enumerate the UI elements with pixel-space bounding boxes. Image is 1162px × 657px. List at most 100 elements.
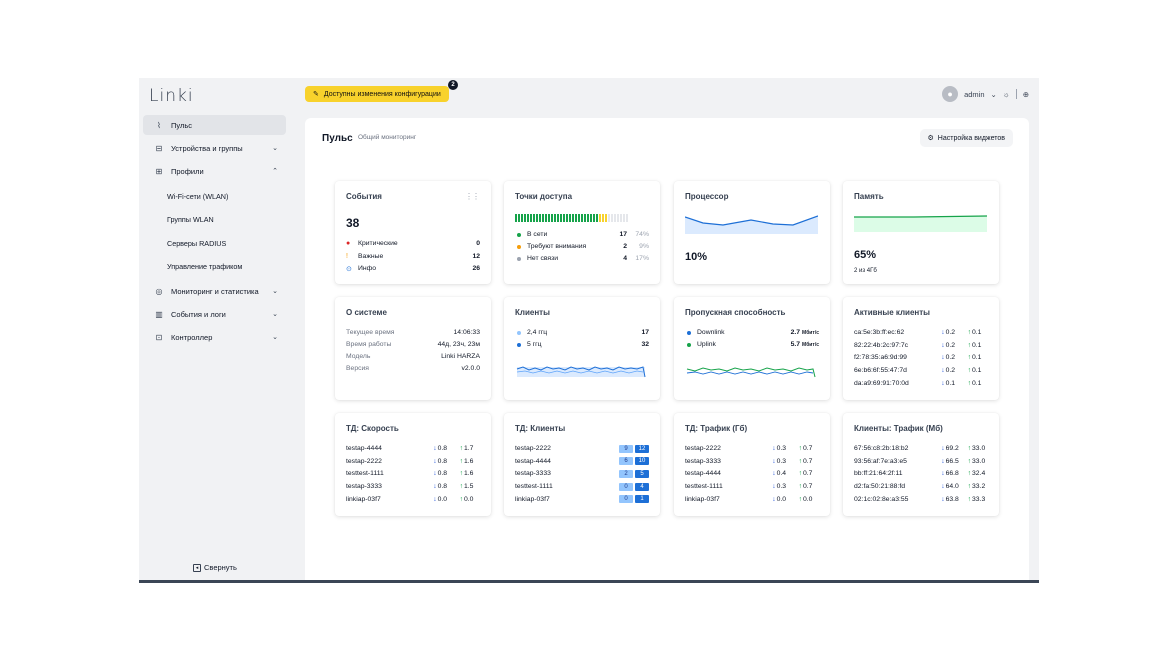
row-label: Время работы	[346, 341, 392, 348]
table-row: da:a9:69:91:70:0d ↓ 0.1 ↑ 0.1	[854, 378, 988, 389]
row-label: testtest-1111	[515, 483, 553, 491]
clients-24-badge: 0	[619, 495, 633, 504]
config-changes-banner[interactable]: ✎ Доступны изменения конфигурации	[305, 86, 449, 102]
user-area: ● admin ⌄ ☼ ⊕	[942, 86, 1029, 102]
row-label: 2,4 ггц	[527, 329, 548, 336]
chevron-down-icon[interactable]: ⌄	[991, 90, 997, 99]
ap-row-warning: Требуют внимания 2 9%	[515, 241, 649, 252]
row-value: 14:06:33	[453, 329, 480, 336]
ap-status-segment	[551, 214, 553, 222]
card-title: Клиенты	[515, 308, 550, 317]
system-row: Время работы 44д, 23ч, 23м	[346, 339, 480, 350]
up-arrow-icon: ↑	[967, 483, 971, 491]
up-value: 0.7	[803, 483, 813, 491]
down-value: 0.2	[945, 329, 956, 336]
down-arrow-icon: ↓	[941, 495, 945, 503]
chevron-down-icon: ⌄	[272, 311, 278, 318]
sidebar-item-controller[interactable]: ⊡ Контроллер ⌄	[143, 327, 286, 347]
sidebar-subitem-wlan[interactable]: Wi-Fi-сети (WLAN)	[167, 192, 228, 201]
sidebar-subitem-radius[interactable]: Серверы RADIUS	[167, 239, 226, 248]
globe-icon[interactable]: ⊕	[1023, 90, 1029, 99]
down-arrow-icon: ↓	[941, 367, 945, 375]
down-value: 0.8	[437, 483, 448, 491]
up-value: 1.6	[464, 457, 474, 465]
up-arrow-icon: ↑	[967, 329, 971, 336]
ap-status-segment	[623, 214, 625, 222]
table-row: d2:fa:50:21:88:fd ↓ 64.0 ↑ 33.2	[854, 481, 988, 492]
page-subtitle: Общий мониторинг	[358, 134, 417, 141]
table-row: bb:ff:21:64:2f:11 ↓ 66.8 ↑ 32.4	[854, 468, 988, 479]
collapse-button[interactable]: ◂ Свернуть	[193, 563, 237, 572]
ap-status-segment	[521, 214, 523, 222]
memory-value: 65%	[854, 249, 877, 261]
status-dot	[517, 232, 521, 237]
ap-status-segment	[542, 214, 544, 222]
ap-status-segment	[518, 214, 520, 222]
clients-24-badge: 0	[619, 482, 633, 491]
events-card: События ⋮⋮ 38 ● Критические 0 ! Важные 1…	[335, 181, 491, 284]
down-value: 69.2	[945, 445, 959, 452]
ap-status-segment	[554, 214, 556, 222]
pulse-icon: ⌇	[157, 120, 161, 130]
critical-drop-icon: ●	[346, 240, 351, 247]
down-arrow-icon: ↓	[941, 457, 945, 465]
clients-24-badge: 2	[619, 469, 633, 478]
ap-status-segment	[539, 214, 541, 222]
ap-row-online: В сети 17 74%	[515, 229, 649, 240]
up-value: 0.1	[972, 354, 982, 362]
throughput-row-uplink: Uplink 5.7 Мбит/с	[685, 339, 819, 350]
ap-status-segment	[599, 214, 601, 222]
events-total: 38	[346, 216, 360, 230]
row-label: bb:ff:21:64:2f:11	[854, 470, 903, 478]
ap-status-segment	[578, 214, 580, 222]
drag-handle-icon[interactable]: ⋮⋮	[465, 192, 480, 201]
user-name[interactable]: admin	[964, 90, 984, 99]
sidebar-item-profiles[interactable]: ⊞ Профили ⌃	[143, 161, 286, 181]
clients-row-24: 2,4 ггц 17	[515, 327, 649, 338]
system-card: О системе Текущее время 14:06:33 Время р…	[335, 297, 491, 400]
ap-status-segment	[590, 214, 592, 222]
avatar[interactable]: ●	[942, 86, 959, 102]
sidebar-item-label: Пульс	[171, 120, 193, 130]
up-arrow-icon: ↑	[798, 457, 802, 465]
ap-status-segment	[596, 214, 598, 222]
client-traffic-card: Клиенты: Трафик (Мб) 67:56:c8:2b:18:b2 ↓ 6…	[843, 413, 999, 516]
logs-icon: ▥	[155, 309, 163, 319]
up-arrow-icon: ↑	[967, 495, 971, 503]
sidebar-subitem-traffic[interactable]: Управление трафиком	[167, 262, 242, 271]
clients-5-badge: 1	[635, 495, 649, 504]
sidebar-item-devices[interactable]: ⊟ Устройства и группы ⌄	[143, 138, 286, 158]
ap-status-segment	[587, 214, 589, 222]
table-row: linkiap-03f7 0 1	[515, 494, 649, 505]
memory-card: Память 65% 2 из 4Гб	[843, 181, 999, 284]
sidebar-subitem-wlan-groups[interactable]: Группы WLAN	[167, 215, 214, 224]
collapse-label: Свернуть	[204, 563, 237, 572]
ap-row-offline: Нет связи 4 17%	[515, 253, 649, 264]
sidebar-item-label: Профили	[171, 166, 204, 176]
row-label: testap-2222	[346, 457, 382, 465]
up-value: 0.7	[803, 470, 813, 478]
up-value: 1.7	[464, 445, 474, 452]
sidebar-item-monitoring[interactable]: ◎ Мониторинг и статистика ⌄	[143, 281, 286, 301]
row-value: 0	[476, 240, 480, 247]
ap-status-segment	[536, 214, 538, 222]
row-value: 5.7	[790, 341, 801, 348]
ap-status-segment	[515, 214, 517, 222]
card-title: События	[346, 192, 382, 201]
card-title: ТД: Клиенты	[515, 424, 566, 433]
widget-settings-button[interactable]: ⚙ Настройка виджетов	[919, 129, 1013, 147]
up-value: 1.6	[464, 470, 474, 478]
row-label: ca:5e:3b:ff:ec:62	[854, 329, 905, 336]
topbar: ✎ Доступны изменения конфигурации 2 ● ad…	[291, 78, 1039, 116]
theme-sun-icon[interactable]: ☼	[1003, 90, 1010, 99]
sidebar-item-logs[interactable]: ▥ События и логи ⌄	[143, 304, 286, 324]
down-arrow-icon: ↓	[772, 483, 776, 491]
card-title: Точки доступа	[515, 192, 573, 201]
row-value: 32	[641, 341, 649, 348]
row-label: 67:56:c8:2b:18:b2	[854, 445, 909, 452]
down-value: 64.0	[945, 483, 959, 491]
sidebar-item-pulse[interactable]: ⌇ Пульс	[143, 115, 286, 135]
row-value: 2.7	[790, 329, 801, 336]
row-label: testap-4444	[685, 470, 721, 478]
down-arrow-icon: ↓	[772, 470, 776, 478]
